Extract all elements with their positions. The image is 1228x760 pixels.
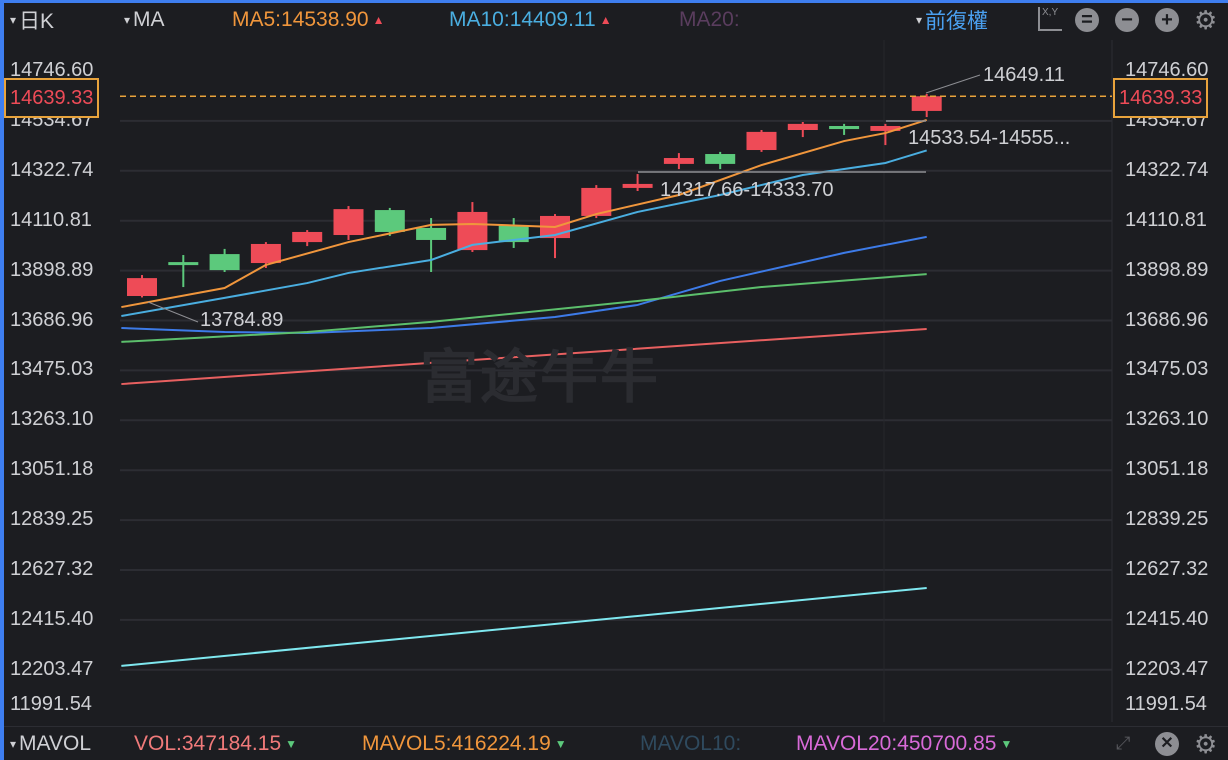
down-arrow-icon: ▼: [554, 736, 567, 751]
ma5-value: MA5:14538.90 ▲: [232, 8, 385, 31]
range-label-2: 14533.54-14555...: [908, 127, 1071, 149]
y-axis-tick-label: 13898.89: [1125, 258, 1209, 281]
down-arrow-icon: ▼: [285, 736, 298, 751]
y-axis-tick-label: 14110.81: [1125, 208, 1207, 231]
y-axis-tick-label: 12839.25: [10, 508, 94, 531]
volume-indicator-label: MAVOL: [19, 731, 91, 755]
up-arrow-icon: ▲: [372, 13, 385, 27]
chevron-down-icon: ▾: [10, 736, 17, 751]
current-price-left: 14639.33: [4, 78, 100, 118]
period-label: 日K: [19, 10, 55, 33]
up-arrow-icon: ▲: [599, 13, 612, 27]
xy-axis-icon[interactable]: X,Y: [1038, 7, 1062, 31]
current-price-right: 14639.33: [1113, 78, 1209, 118]
y-axis-tick-label: 14110.81: [10, 208, 92, 231]
low-label: 13784.89: [200, 309, 284, 331]
mavol10-value: MAVOL10:: [640, 731, 742, 755]
chevron-down-icon: ▾: [124, 13, 131, 27]
y-axis-tick-label: 12203.47: [1125, 657, 1209, 680]
collapse-icon[interactable]: =: [1075, 8, 1099, 32]
y-axis-tick-label: 11991.54: [10, 693, 92, 715]
y-axis-tick-label: 12415.40: [1125, 607, 1209, 630]
y-axis-tick-label: 14322.74: [1125, 158, 1209, 181]
chevron-down-icon: ▾: [916, 13, 923, 27]
mavol20-value: MAVOL20:450700.85 ▼: [796, 731, 1013, 755]
y-axis-tick-label: 14322.74: [10, 158, 94, 181]
top-toolbar: ▾ 日K ▾ MA MA5:14538.90 ▲ MA10:14409.11 ▲ MA2…: [4, 3, 1228, 37]
close-icon[interactable]: ✕: [1155, 732, 1179, 756]
y-axis-tick-label: 12839.25: [1125, 508, 1209, 531]
zoom-in-icon[interactable]: +: [1155, 8, 1179, 32]
settings-gear-icon[interactable]: ⚙: [1194, 729, 1217, 760]
adjust-selector[interactable]: ▾ 前復權: [916, 5, 988, 35]
range-label-1: 14317.66-14333.70: [660, 179, 834, 201]
window-frame: [0, 0, 1228, 760]
y-axis-tick-label: 13475.03: [10, 358, 94, 381]
y-axis-tick-label: 13686.96: [1125, 308, 1209, 331]
vol-value: VOL:347184.15 ▼: [134, 731, 298, 755]
high-label: 14649.11: [983, 64, 1065, 86]
y-axis-tick-label: 13263.10: [1125, 408, 1209, 431]
down-arrow-icon: ▼: [1000, 736, 1013, 751]
y-axis-tick-label: 12627.32: [1125, 558, 1209, 580]
ma10-value: MA10:14409.11 ▲: [449, 8, 612, 31]
adjust-label: 前復權: [925, 10, 989, 33]
zoom-out-icon[interactable]: −: [1115, 8, 1139, 32]
volume-indicator-bar: ▾ MAVOL VOL:347184.15 ▼ MAVOL5:416224.19 ▼ …: [4, 726, 1228, 760]
chevron-down-icon: ▾: [10, 13, 17, 27]
volume-indicator-selector[interactable]: ▾ MAVOL: [10, 732, 91, 756]
y-axis-tick-label: 13263.10: [10, 408, 94, 431]
period-selector[interactable]: ▾ 日K: [10, 5, 54, 35]
y-axis-tick-label: 11991.54: [1125, 693, 1207, 715]
indicator-label: MA: [133, 8, 165, 31]
ma20-value: MA20:: [679, 8, 740, 31]
y-axis-tick-label: 13051.18: [1125, 458, 1209, 481]
y-axis-tick-label: 12415.40: [10, 607, 94, 630]
indicator-selector[interactable]: ▾ MA: [124, 8, 165, 32]
y-axis-tick-label: 13686.96: [10, 308, 94, 331]
settings-gear-icon[interactable]: ⚙: [1194, 5, 1217, 36]
expand-icon[interactable]: ⤢: [1116, 733, 1130, 754]
y-axis-tick-label: 12627.32: [10, 558, 94, 580]
y-axis-tick-label: 12203.47: [10, 657, 94, 680]
y-axis-tick-label: 13898.89: [10, 258, 94, 281]
y-axis-tick-label: 13475.03: [1125, 358, 1209, 381]
y-axis-tick-label: 13051.18: [10, 458, 94, 481]
mavol5-value: MAVOL5:416224.19 ▼: [362, 731, 567, 755]
